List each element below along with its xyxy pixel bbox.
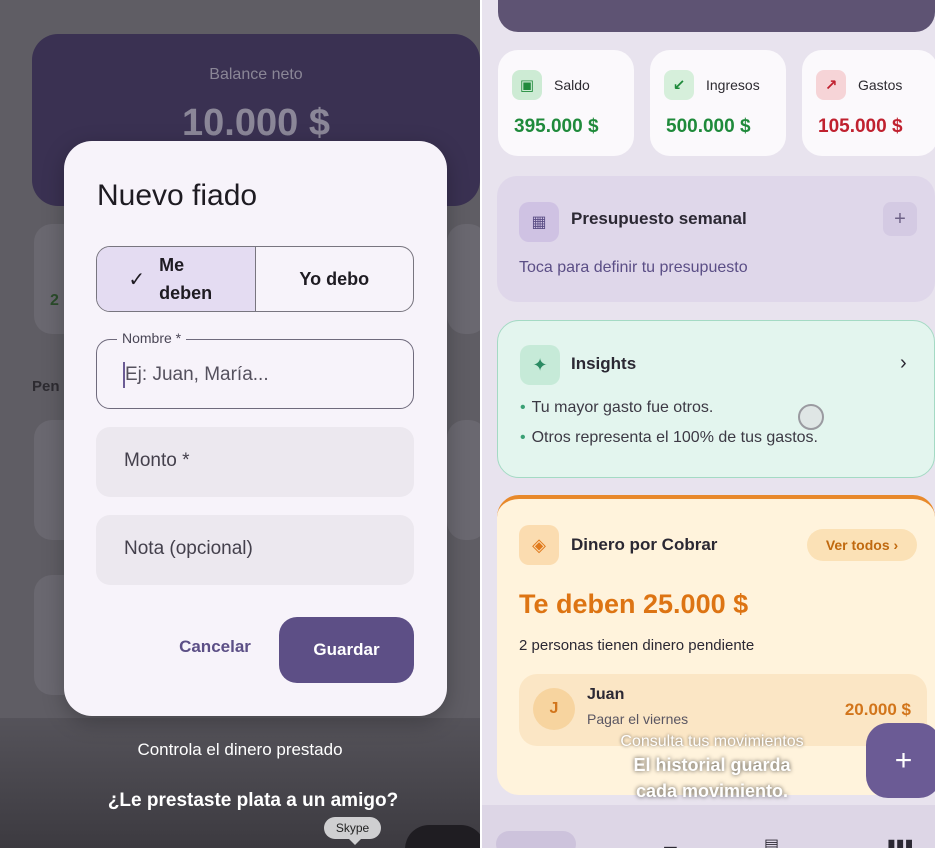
caption-subtitle: Consulta tus movimientos bbox=[620, 733, 804, 750]
toggle-option-label: Me deben bbox=[159, 255, 213, 303]
right-screen: ▣ Saldo 395.000 $ ↙ Ingresos 500.000 $ ↗… bbox=[482, 0, 935, 848]
toggle-option-me-deben[interactable]: ✓ Me deben bbox=[97, 247, 256, 311]
stat-value: 500.000 $ bbox=[666, 116, 751, 137]
avatar: J bbox=[533, 688, 575, 730]
background-list-card bbox=[447, 420, 480, 540]
receivable-note: Pagar el viernes bbox=[587, 711, 689, 727]
see-all-button[interactable]: Ver todos › bbox=[807, 529, 917, 561]
chevron-right-icon[interactable]: › bbox=[900, 352, 907, 375]
receivables-title: Dinero por Cobrar bbox=[571, 535, 718, 554]
arrow-up-right-icon: ↗ bbox=[816, 70, 846, 100]
budget-subtitle: Toca para definir tu presupuesto bbox=[519, 259, 748, 276]
name-field-label: Nombre * bbox=[117, 330, 187, 346]
stat-label: Saldo bbox=[554, 77, 590, 93]
insight-bullet: • Otros representa el 100% de tus gastos. bbox=[520, 429, 818, 446]
toggle-option-yo-debo[interactable]: Yo debo bbox=[256, 247, 414, 311]
nav-stats-icon[interactable]: ▁▃ bbox=[652, 835, 677, 848]
nav-home[interactable] bbox=[496, 831, 576, 848]
caption-subtitle: Controla el dinero prestado bbox=[137, 740, 343, 759]
new-loan-dialog: Nuevo fiado ✓ Me deben Yo debo Nombre * … bbox=[64, 141, 447, 716]
note-field[interactable]: Nota (opcional) bbox=[96, 515, 414, 585]
arrow-down-left-icon: ↙ bbox=[664, 70, 694, 100]
dialog-title: Nuevo fiado bbox=[97, 179, 258, 212]
add-transaction-button[interactable]: + bbox=[866, 723, 935, 798]
nav-history-icon[interactable]: ▤ bbox=[764, 835, 779, 848]
left-screen: Balance neto 10.000 $ 2 Pen Nuevo fiado … bbox=[0, 0, 480, 848]
background-bottom-area bbox=[0, 718, 480, 848]
amount-placeholder: Monto * bbox=[124, 450, 190, 471]
receivable-amount: 20.000 $ bbox=[844, 700, 911, 719]
stat-label: Gastos bbox=[858, 77, 903, 93]
name-field: Nombre * bbox=[96, 330, 414, 409]
stat-card-gastos[interactable]: ↗ Gastos 105.000 $ bbox=[802, 50, 935, 156]
weekly-budget-card[interactable]: ▦ Presupuesto semanal + Toca para defini… bbox=[497, 176, 935, 302]
calendar-icon: ▦ bbox=[519, 202, 559, 242]
balance-value: 10.000 $ bbox=[182, 102, 330, 144]
background-fab bbox=[405, 825, 480, 848]
stat-card-saldo[interactable]: ▣ Saldo 395.000 $ bbox=[498, 50, 634, 156]
amount-field[interactable]: Monto * bbox=[96, 427, 414, 497]
cancel-button[interactable]: Cancelar bbox=[160, 637, 270, 665]
stat-value: 105.000 $ bbox=[818, 116, 903, 137]
background-stat-card bbox=[447, 224, 480, 334]
note-placeholder: Nota (opcional) bbox=[124, 538, 253, 559]
insights-title: Insights bbox=[571, 354, 637, 373]
sparkle-icon: ✦ bbox=[520, 345, 560, 385]
toggle-option-label: Yo debo bbox=[299, 268, 370, 289]
name-input[interactable] bbox=[125, 360, 395, 390]
touch-indicator bbox=[798, 404, 824, 430]
background-stat-value: 2 bbox=[50, 292, 59, 309]
receivable-name: Juan bbox=[587, 686, 625, 703]
balance-card-edge bbox=[498, 0, 935, 32]
balance-label: Balance neto bbox=[209, 66, 303, 83]
tag-icon: ◈ bbox=[519, 525, 559, 565]
receivables-total: Te deben 25.000 $ bbox=[519, 589, 749, 619]
stat-label: Ingresos bbox=[706, 77, 760, 93]
add-budget-button[interactable]: + bbox=[883, 202, 917, 236]
background-section-title: Pen bbox=[32, 378, 60, 395]
loan-direction-toggle: ✓ Me deben Yo debo bbox=[96, 246, 414, 312]
wallet-icon: ▣ bbox=[512, 70, 542, 100]
save-button[interactable]: Guardar bbox=[279, 617, 414, 683]
insight-bullet: • Tu mayor gasto fue otros. bbox=[520, 399, 714, 416]
caption-title: ¿Le prestaste plata a un amigo? bbox=[107, 790, 399, 811]
check-icon: ✓ bbox=[128, 268, 146, 291]
insights-card[interactable]: ✦ Insights › • Tu mayor gasto fue otros. … bbox=[497, 320, 935, 478]
caption-title: El historial guarda cada movimiento. bbox=[633, 755, 791, 801]
budget-title: Presupuesto semanal bbox=[571, 209, 747, 228]
stat-card-ingresos[interactable]: ↙ Ingresos 500.000 $ bbox=[650, 50, 786, 156]
skype-tooltip: Skype bbox=[324, 817, 381, 845]
receivables-subtitle: 2 personas tienen dinero pendiente bbox=[519, 637, 755, 654]
bottom-navigation: ▁▃ ▤ ▮▮▮ bbox=[482, 805, 935, 848]
nav-more-icon[interactable]: ▮▮▮ bbox=[887, 835, 913, 848]
stat-value: 395.000 $ bbox=[514, 116, 599, 137]
